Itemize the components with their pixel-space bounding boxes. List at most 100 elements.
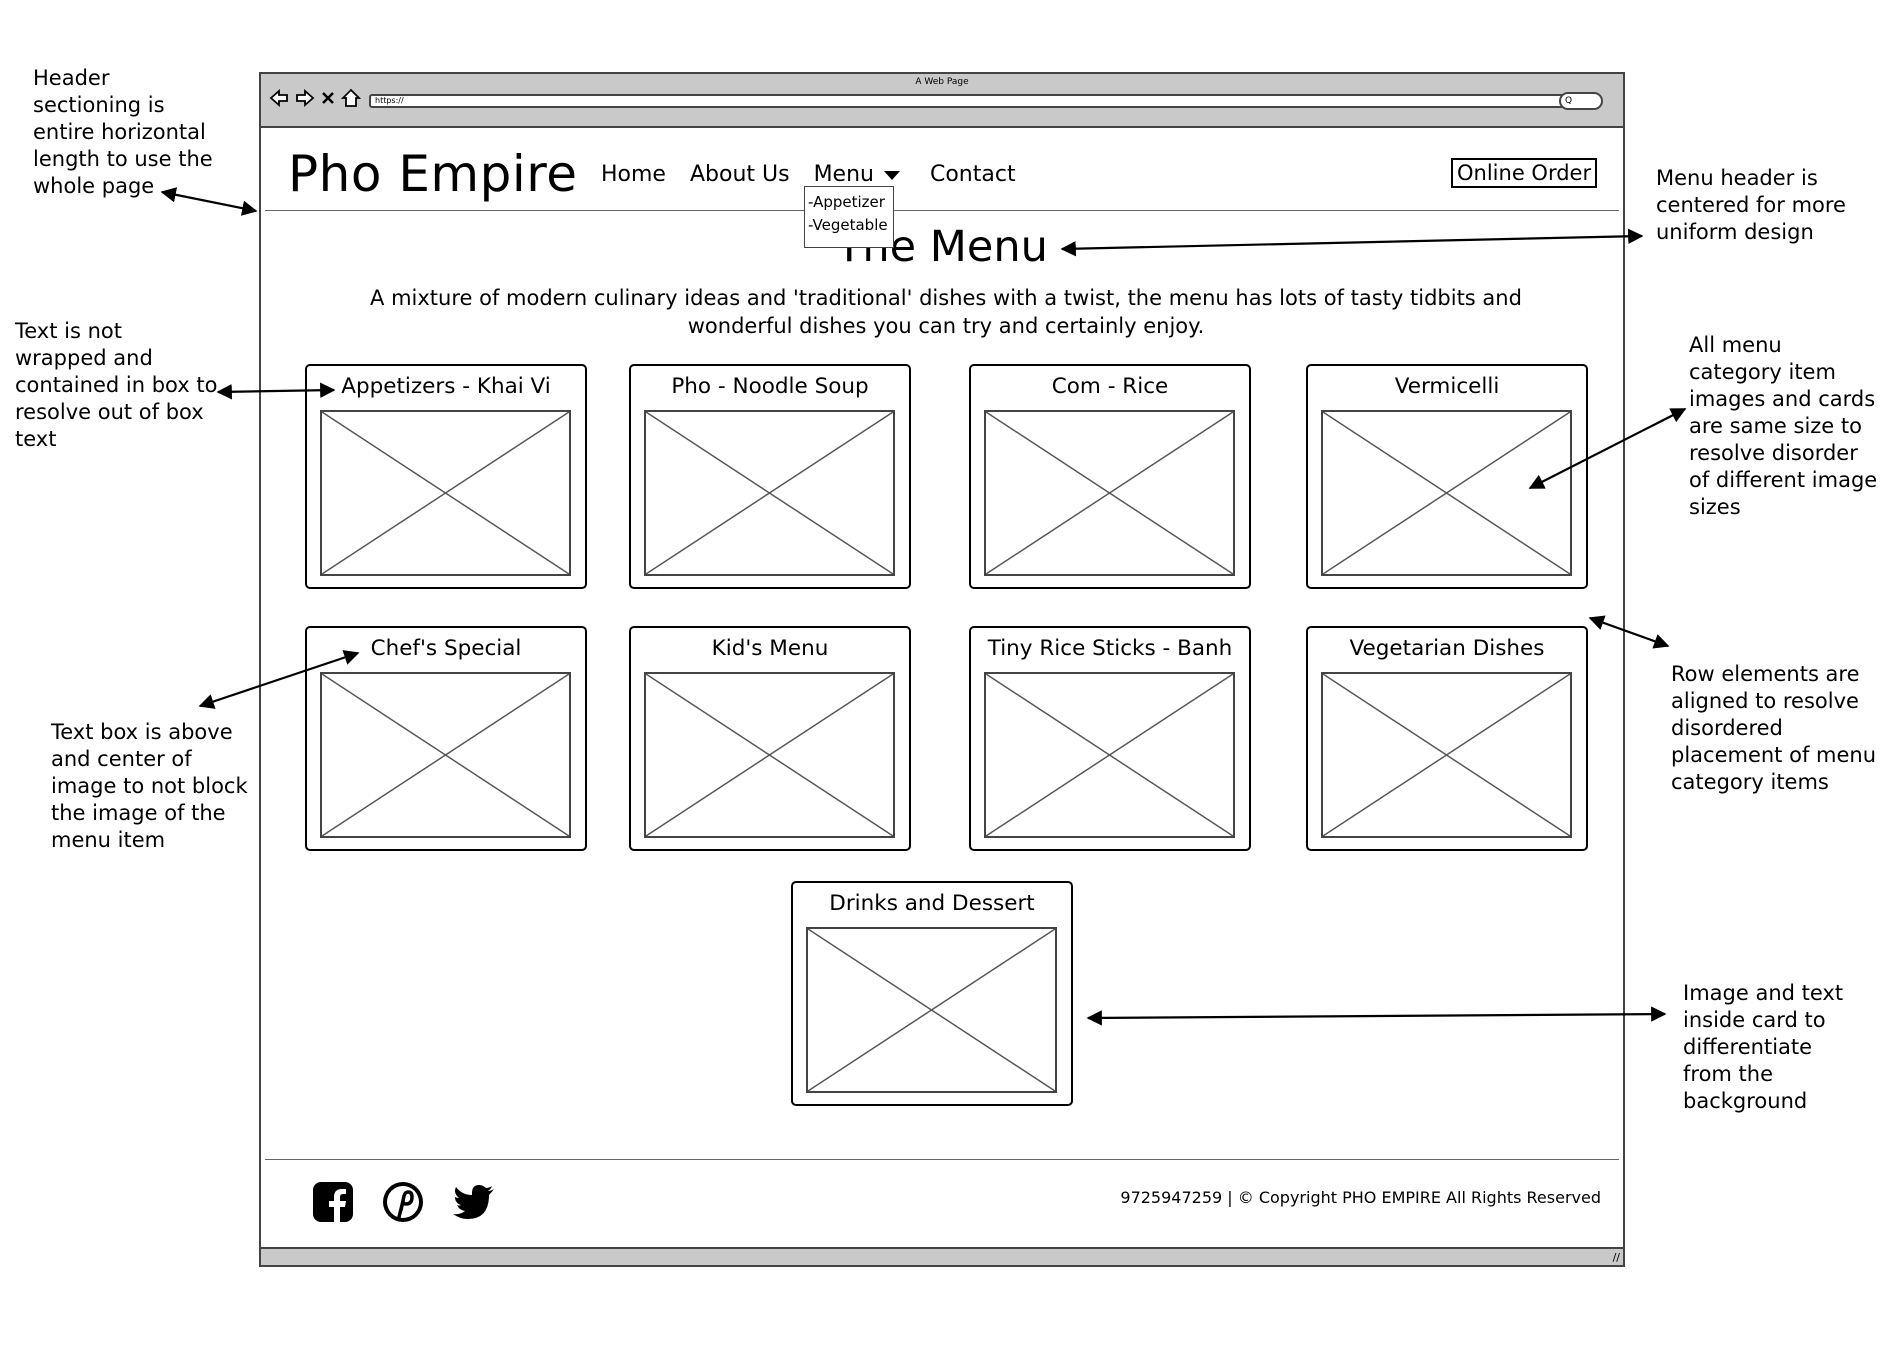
annotation-line: Text box is above (51, 720, 233, 744)
browser-toolbar: A Web Page https:// Q (261, 74, 1623, 128)
nav-home[interactable]: Home (601, 162, 666, 187)
nav-contact[interactable]: Contact (930, 162, 1016, 187)
footer-copyright: 9725947259 | © Copyright PHO EMPIRE All … (1120, 1188, 1601, 1207)
chevron-down-icon (883, 170, 900, 180)
annotation-line: Image and text (1683, 981, 1844, 1005)
card-title: Chef's Special (370, 636, 522, 661)
annotation-line: All menu (1689, 333, 1782, 357)
annotation-text-wrap: Text is not wrapped and contained in box… (15, 318, 217, 453)
card-title: Com - Rice (1051, 374, 1169, 399)
nav-menu[interactable]: Menu (814, 162, 900, 187)
card-title: Kid's Menu (711, 636, 829, 661)
annotation-line: differentiate (1683, 1035, 1813, 1059)
menu-card-kids[interactable]: Kid's Menu (629, 626, 911, 851)
pinterest-icon[interactable] (381, 1180, 431, 1230)
annotation-menu-header: Menu header is centered for more uniform… (1656, 165, 1846, 246)
twitter-icon[interactable] (451, 1180, 501, 1230)
search-icon: Q (1565, 96, 1573, 106)
forward-icon[interactable] (295, 88, 315, 108)
menu-card-drinks-dessert[interactable]: Drinks and Dessert (791, 881, 1073, 1106)
annotation-line: images and cards (1689, 387, 1876, 411)
browser-window: A Web Page https:// Q Pho Empire Home Ab… (259, 72, 1625, 1267)
annotation-line: Row elements are (1671, 662, 1860, 686)
annotation-line: menu item (51, 828, 166, 852)
image-placeholder (984, 410, 1235, 576)
annotation-line: resolve disorder (1689, 441, 1858, 465)
nav-about[interactable]: About Us (690, 162, 790, 187)
image-placeholder (644, 410, 895, 576)
annotation-line: entire horizontal (33, 120, 206, 144)
annotation-line: of different image (1689, 468, 1878, 492)
nav-menu-label: Menu (813, 162, 874, 187)
annotation-line: aligned to resolve (1671, 689, 1859, 713)
annotation-line: and center of (51, 747, 192, 771)
image-placeholder (644, 672, 895, 838)
address-bar[interactable]: https:// (369, 94, 1565, 108)
annotation-line: are same size to (1689, 414, 1862, 438)
annotation-line: background (1683, 1089, 1808, 1113)
page-description: A mixture of modern culinary ideas and '… (370, 286, 1522, 338)
annotation-header-section: Header sectioning is entire horizontal l… (33, 65, 213, 200)
menu-card-pho[interactable]: Pho - Noodle Soup (629, 364, 911, 589)
social-links (311, 1180, 501, 1230)
image-placeholder (806, 927, 1057, 1093)
annotation-line: disordered (1671, 716, 1783, 740)
annotation-line: inside card to (1683, 1008, 1826, 1032)
annotation-line: the image of the (51, 801, 226, 825)
back-icon[interactable] (269, 88, 289, 108)
site-logo[interactable]: Pho Empire (288, 145, 577, 203)
stop-icon[interactable] (321, 88, 335, 108)
card-title: Vermicelli (1394, 374, 1500, 399)
facebook-icon[interactable] (311, 1180, 361, 1230)
card-title: Appetizers - Khai Vi (341, 374, 551, 399)
menu-dropdown: -Appetizer -Vegetable (804, 186, 894, 248)
card-title: Drinks and Dessert (829, 891, 1035, 916)
header-divider (265, 210, 1619, 211)
menu-card-vegetarian[interactable]: Vegetarian Dishes (1306, 626, 1588, 851)
annotation-line: Menu header is (1656, 166, 1818, 190)
image-placeholder (1321, 672, 1572, 838)
home-icon[interactable] (341, 88, 361, 108)
dropdown-item-appetizer[interactable]: -Appetizer (808, 191, 890, 214)
annotation-text-box: Text box is above and center of image to… (51, 719, 248, 854)
image-placeholder (984, 672, 1235, 838)
image-placeholder (320, 672, 571, 838)
dropdown-item-vegetable[interactable]: -Vegetable (808, 214, 890, 237)
menu-card-vermicelli[interactable]: Vermicelli (1306, 364, 1588, 589)
annotation-line: Header (33, 66, 110, 90)
annotation-line: text (15, 427, 57, 451)
menu-card-appetizers[interactable]: Appetizers - Khai Vi (305, 364, 587, 589)
annotation-line: placement of menu (1671, 743, 1877, 767)
annotation-card-size: All menu category item images and cards … (1689, 332, 1877, 521)
card-title: Pho - Noodle Soup (671, 374, 869, 399)
online-order-button[interactable]: Online Order (1451, 158, 1598, 188)
annotation-line: centered for more (1656, 193, 1846, 217)
image-placeholder (1321, 410, 1572, 576)
footer-divider (265, 1159, 1619, 1160)
annotation-line: sizes (1689, 495, 1741, 519)
annotation-line: wrapped and (15, 346, 153, 370)
image-placeholder (320, 410, 571, 576)
annotation-line: Text is not (15, 319, 122, 343)
annotation-line: whole page (33, 174, 155, 198)
annotation-line: sectioning is (33, 93, 165, 117)
annotation-line: resolve out of box (15, 400, 204, 424)
annotation-image-text: Image and text inside card to differenti… (1683, 980, 1843, 1115)
card-title: Vegetarian Dishes (1349, 636, 1545, 661)
annotation-row-align: Row elements are aligned to resolve diso… (1671, 661, 1876, 796)
page-title: The Menu (836, 222, 1048, 272)
annotation-line: category item (1689, 360, 1836, 384)
card-title: Tiny Rice Sticks - Banh (987, 636, 1233, 661)
main-nav: Home About Us Menu Contact (601, 162, 1016, 187)
annotation-line: contained in box to (15, 373, 218, 397)
window-title: A Web Page (915, 77, 969, 87)
menu-card-chefs-special[interactable]: Chef's Special (305, 626, 587, 851)
browser-statusbar: // (261, 1247, 1623, 1265)
annotation-line: image to not block (51, 774, 248, 798)
menu-card-banh[interactable]: Tiny Rice Sticks - Banh (969, 626, 1251, 851)
browser-search-box[interactable]: Q (1559, 92, 1603, 110)
menu-card-rice[interactable]: Com - Rice (969, 364, 1251, 589)
annotation-line: category items (1671, 770, 1829, 794)
resize-grip-icon[interactable]: // (1613, 1251, 1620, 1264)
browser-nav-buttons (269, 88, 361, 108)
